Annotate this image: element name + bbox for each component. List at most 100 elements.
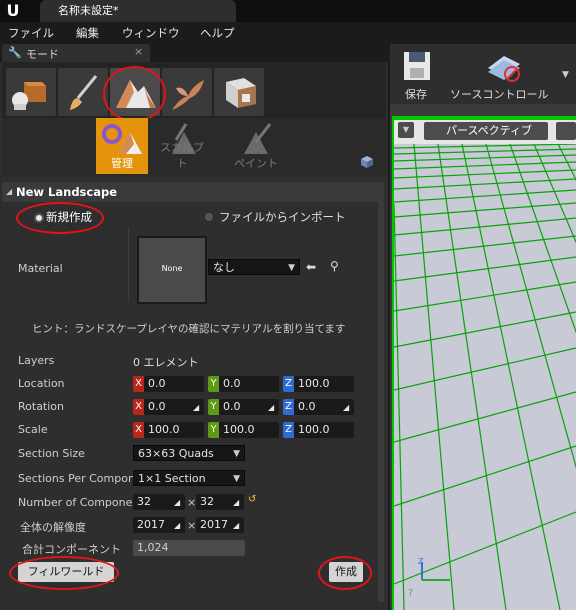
view-mode-cube-icon[interactable] (556, 122, 576, 140)
section-size-dropdown[interactable]: 63×63 Quads ▼ (133, 445, 245, 461)
manage-gear-icon (102, 124, 142, 154)
save-icon[interactable] (402, 50, 432, 82)
hint-text: ヒント：ランドスケープレイヤの確認にマテリアルを割り当てます (32, 323, 346, 335)
help-icon[interactable]: ? (408, 588, 413, 599)
total-components-field: 1,024 (133, 540, 245, 556)
perspective-label: パースペクティブ (446, 124, 533, 137)
close-icon[interactable]: × (134, 45, 143, 58)
spin-arrow-icon[interactable]: ◢ (193, 404, 201, 412)
spin-arrow-icon[interactable]: ◢ (268, 404, 276, 412)
axis-y-tag: Y (208, 422, 219, 438)
svg-text:Z: Z (418, 557, 424, 566)
spin-arrow-icon[interactable]: ◢ (174, 522, 182, 530)
total-components-label: 合計コンポーネント (22, 543, 121, 556)
chevron-down-icon[interactable]: ▼ (562, 70, 569, 80)
axis-z-tag: Z (283, 422, 294, 438)
source-control-label[interactable]: ソースコントロール (450, 86, 548, 102)
times-symbol: × (187, 519, 197, 532)
scale-z-field[interactable]: 100.0 (294, 422, 354, 438)
times-symbol: × (187, 496, 197, 509)
viewport-landscape-grid[interactable] (394, 144, 576, 610)
radio-import-file[interactable] (205, 213, 213, 221)
foliage-leaf-icon (172, 80, 204, 110)
place-mode-icon (12, 82, 46, 110)
menu-window[interactable]: ウィンドウ (122, 25, 180, 41)
section-size-value: 63×63 Quads (138, 447, 214, 460)
unreal-logo-icon: U (6, 1, 20, 20)
tool-manage-label: 管理 (111, 157, 133, 170)
modes-tab[interactable] (2, 44, 150, 62)
panel-scrollbar[interactable] (378, 182, 384, 602)
overall-resolution-label: 全体の解像度 (20, 521, 86, 534)
axis-y-tag: Y (208, 376, 219, 392)
chevron-down-icon: ▼ (233, 449, 240, 459)
document-tab[interactable]: 名称未設定* (40, 0, 236, 22)
chevron-down-icon: ▼ (288, 263, 295, 273)
sections-per-component-dropdown[interactable]: 1×1 Section ▼ (133, 470, 245, 486)
radio-import-file-label: ファイルからインポート (219, 210, 346, 224)
save-label[interactable]: 保存 (405, 86, 427, 102)
axis-y-tag: Y (208, 399, 219, 415)
highlight-ring-fill-world (9, 556, 119, 590)
location-x-field[interactable]: 0.0 (144, 376, 204, 392)
place-mode-button[interactable] (6, 68, 56, 116)
cube-icon (360, 156, 374, 168)
sections-per-component-label: Sections Per Compon (18, 472, 135, 485)
highlight-ring-new-create (16, 202, 104, 234)
wrench-icon: 🔧 (8, 46, 22, 59)
menu-edit[interactable]: 編集 (76, 25, 99, 41)
tool-manage[interactable]: 管理 (96, 118, 148, 174)
browse-search-icon[interactable]: ⚲ (330, 259, 339, 273)
axis-z-tag: Z (283, 376, 294, 392)
use-selected-arrow-icon[interactable]: ⬅ (306, 260, 316, 274)
scale-y-field[interactable]: 100.0 (219, 422, 279, 438)
menu-help[interactable]: ヘルプ (200, 25, 235, 41)
geometry-mode-button[interactable] (214, 68, 264, 116)
scale-label: Scale (18, 423, 48, 436)
highlight-ring-landscape-mode (103, 66, 166, 122)
tool-sculpt[interactable]: スカルプト (156, 118, 208, 174)
section-size-label: Section Size (18, 447, 85, 460)
tool-sculpt-label: スカルプト (160, 141, 204, 170)
spin-arrow-icon[interactable]: ◢ (233, 522, 241, 530)
axis-x-tag: X (133, 422, 144, 438)
scale-x-field[interactable]: 100.0 (144, 422, 204, 438)
reset-arrow-icon[interactable]: ↺ (248, 494, 256, 505)
spin-arrow-icon[interactable]: ◢ (174, 499, 182, 507)
menu-file[interactable]: ファイル (8, 25, 54, 41)
source-control-icon[interactable] (484, 50, 524, 84)
location-z-field[interactable]: 100.0 (294, 376, 354, 392)
axis-gizmo-icon: Z (414, 556, 454, 586)
foliage-mode-button[interactable] (162, 68, 212, 116)
document-tab-title: 名称未設定* (58, 4, 119, 17)
material-label: Material (18, 262, 63, 275)
material-dropdown[interactable]: なし ▼ (208, 259, 300, 275)
layers-label: Layers (18, 354, 55, 367)
new-landscape-title: New Landscape (16, 185, 118, 199)
material-dropdown-value: なし (213, 261, 235, 274)
modes-tab-label: モード (26, 48, 59, 61)
viewport-options-icon[interactable]: ▼ (398, 122, 414, 138)
axis-x-tag: X (133, 376, 144, 392)
perspective-button[interactable]: パースペクティブ (424, 122, 548, 140)
chevron-down-icon: ▼ (233, 474, 240, 484)
geometry-box-icon (226, 78, 256, 108)
number-of-components-label: Number of Componen (18, 496, 140, 509)
spin-arrow-icon[interactable]: ◢ (233, 499, 241, 507)
collapse-arrow-icon[interactable]: ◢ (6, 187, 12, 196)
axis-z-tag: Z (283, 399, 294, 415)
rotation-label: Rotation (18, 400, 65, 413)
tool-paint-label: ペイント (234, 157, 278, 170)
material-thumbnail[interactable]: None (137, 236, 207, 304)
paint-mode-button[interactable] (58, 68, 108, 116)
paintbrush-icon (70, 75, 98, 110)
tool-paint[interactable]: ペイント (230, 118, 282, 174)
menu-bar: ファイル 編集 ウィンドウ ヘルプ (0, 22, 576, 42)
location-y-field[interactable]: 0.0 (219, 376, 279, 392)
spin-arrow-icon[interactable]: ◢ (343, 404, 351, 412)
layers-value: 0 エレメント (133, 356, 199, 369)
location-label: Location (18, 377, 65, 390)
paint-brush-icon (244, 123, 272, 154)
sections-per-component-value: 1×1 Section (138, 472, 206, 485)
highlight-ring-create (318, 556, 372, 590)
